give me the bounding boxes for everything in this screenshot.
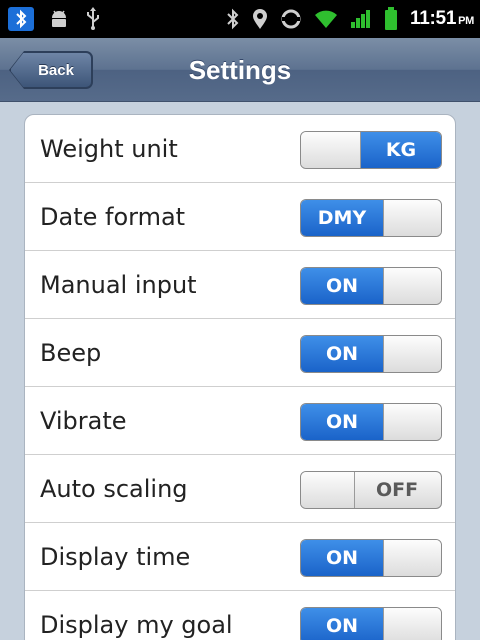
setting-label: Date format bbox=[40, 203, 186, 231]
setting-label: Vibrate bbox=[40, 407, 127, 435]
battery-icon bbox=[384, 7, 398, 31]
setting-row-weight-unit: Weight unit KG bbox=[25, 115, 455, 183]
wifi-icon bbox=[314, 9, 338, 29]
toggle-value: ON bbox=[301, 336, 383, 372]
setting-row-display-time: Display time ON bbox=[25, 523, 455, 591]
bluetooth-icon bbox=[226, 8, 240, 30]
toggle-value: ON bbox=[301, 404, 383, 440]
toggle-value: ON bbox=[301, 540, 383, 576]
settings-list: Weight unit KG Date format DMY Manual in… bbox=[24, 114, 456, 640]
auto-scaling-toggle[interactable]: OFF bbox=[300, 471, 442, 509]
setting-row-manual-input: Manual input ON bbox=[25, 251, 455, 319]
toggle-knob bbox=[383, 608, 441, 640]
toggle-knob bbox=[383, 404, 441, 440]
beep-toggle[interactable]: ON bbox=[300, 335, 442, 373]
signal-icon bbox=[350, 9, 372, 29]
status-bar: 11:51 PM bbox=[0, 0, 480, 38]
back-button[interactable]: Back bbox=[10, 52, 92, 88]
setting-label: Manual input bbox=[40, 271, 197, 299]
display-time-toggle[interactable]: ON bbox=[300, 539, 442, 577]
usb-icon bbox=[84, 7, 102, 31]
setting-row-display-my-goal: Display my goal ON bbox=[25, 591, 455, 640]
vibrate-toggle[interactable]: ON bbox=[300, 403, 442, 441]
toggle-value: ON bbox=[301, 268, 383, 304]
weight-unit-toggle[interactable]: KG bbox=[300, 131, 442, 169]
setting-label: Weight unit bbox=[40, 135, 178, 163]
toggle-knob bbox=[301, 132, 361, 168]
setting-row-vibrate: Vibrate ON bbox=[25, 387, 455, 455]
setting-label: Auto scaling bbox=[40, 475, 188, 503]
toggle-knob bbox=[383, 540, 441, 576]
bluetooth-notification-icon bbox=[8, 7, 34, 31]
setting-label: Display my goal bbox=[40, 611, 233, 639]
display-my-goal-toggle[interactable]: ON bbox=[300, 607, 442, 640]
title-bar: Settings Back bbox=[0, 38, 480, 102]
toggle-knob bbox=[383, 200, 441, 236]
toggle-value: KG bbox=[361, 132, 441, 168]
clock: 11:51 PM bbox=[410, 8, 474, 29]
sync-icon bbox=[280, 8, 302, 30]
setting-row-date-format: Date format DMY bbox=[25, 183, 455, 251]
manual-input-toggle[interactable]: ON bbox=[300, 267, 442, 305]
gps-icon bbox=[252, 8, 268, 30]
toggle-knob bbox=[301, 472, 355, 508]
android-debug-icon bbox=[48, 8, 70, 30]
setting-label: Display time bbox=[40, 543, 191, 571]
setting-label: Beep bbox=[40, 339, 102, 367]
toggle-value: DMY bbox=[301, 200, 383, 236]
toggle-knob bbox=[383, 268, 441, 304]
toggle-value: ON bbox=[301, 608, 383, 640]
toggle-knob bbox=[383, 336, 441, 372]
toggle-value: OFF bbox=[375, 479, 419, 501]
setting-row-beep: Beep ON bbox=[25, 319, 455, 387]
date-format-toggle[interactable]: DMY bbox=[300, 199, 442, 237]
setting-row-auto-scaling: Auto scaling OFF bbox=[25, 455, 455, 523]
